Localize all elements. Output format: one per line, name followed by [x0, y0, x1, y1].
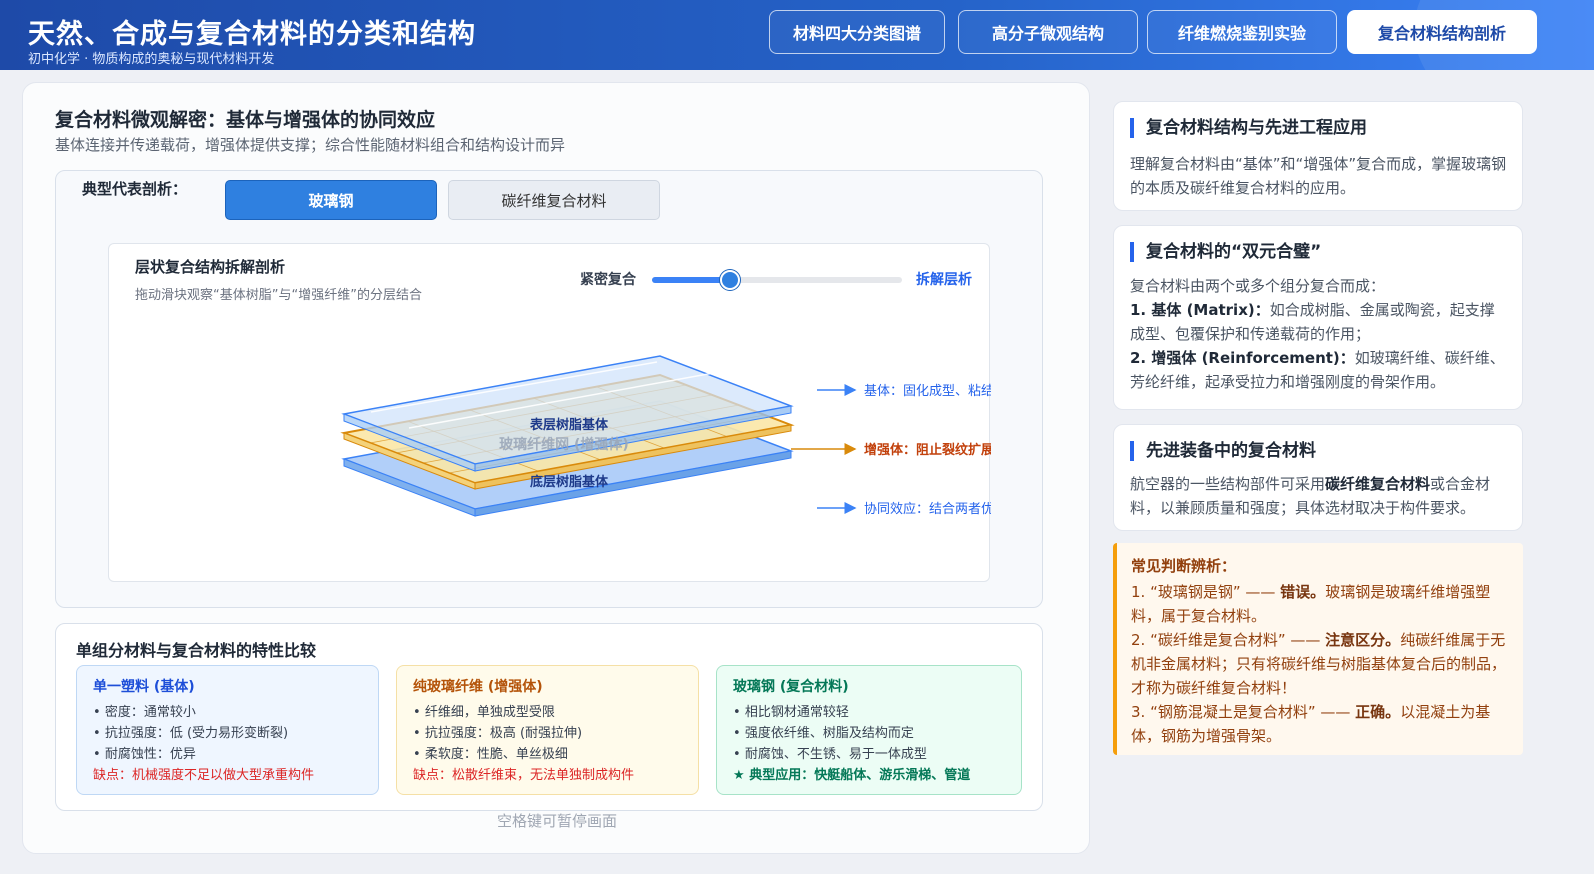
middle-layer-label: 玻璃纤维网 (增强体): [499, 436, 629, 453]
info-card-advanced-equipment: 先进装备中的复合材料 航空器的一些结构部件可采用碳纤维复合材料或合金材料，以兼顾…: [1113, 424, 1523, 531]
section-subtitle: 基体连接并传递载荷，增强体提供支撑；综合性能随材料组合和结构设计而异: [55, 136, 566, 154]
bottom-layer-label: 底层树脂基体: [530, 474, 609, 490]
layer-diagram: 表层树脂基体 玻璃纤维网 (增强体) 底层树脂基体 基体：固化成型、粘结传递载荷…: [340, 355, 991, 517]
misconception-item: 1. “玻璃钢是钢” —— 错误。玻璃钢是玻璃纤维增强塑料，属于复合材料。: [1131, 583, 1491, 625]
page-title: 天然、合成与复合材料的分类和结构: [28, 19, 476, 50]
synergy-annotation: 协同效应：结合两者优势，性能因设: [864, 501, 991, 517]
nav-tab-polymer-structure[interactable]: 高分子微观结构: [958, 10, 1138, 54]
card-item: • 柔软度：性脆、单丝极细: [413, 747, 568, 762]
card-title: 单一塑料 (基体): [93, 679, 195, 695]
card-application: ★ 典型应用：快艇船体、游乐滑梯、管道: [733, 768, 971, 783]
card-item: • 抗拉强度：极高 (耐强拉伸): [413, 726, 583, 741]
card-item: • 相比钢材通常较轻: [733, 705, 849, 720]
info-card-title: 复合材料的“双元合璧”: [1130, 242, 1321, 262]
card-drawback: 缺点：机械强度不足以做大型承重构件: [93, 768, 315, 783]
star-icon: ★: [733, 768, 745, 783]
card-item: • 耐腐蚀、不生锈、易于一体成型: [733, 747, 927, 762]
main-panel: 复合材料微观解密：基体与增强体的协同效应 基体连接并传递载荷，增强体提供支撑；综…: [22, 82, 1090, 854]
nav-tab-composite-structure[interactable]: 复合材料结构剖析: [1347, 10, 1537, 54]
matrix-annotation: 基体：固化成型、粘结传递载荷: [864, 384, 991, 399]
misconception-item: 2. “碳纤维是复合材料” —— 注意区分。纯碳纤维属于无机非金属材料；只有将碳…: [1131, 631, 1507, 697]
nav-tab-classification[interactable]: 材料四大分类图谱: [769, 10, 945, 54]
pause-hint: 空格键可暂停画面: [496, 812, 617, 830]
comparison-title: 单组分材料与复合材料的特性比较: [76, 641, 317, 660]
card-title: 玻璃钢 (复合材料): [733, 679, 849, 695]
common-misconceptions-box: 常见判断辨析： 1. “玻璃钢是钢” —— 错误。玻璃钢是玻璃纤维增强塑料，属于…: [1113, 543, 1523, 755]
examples-label: 典型代表剖析：: [82, 180, 188, 198]
card-drawback: 缺点：松散纤维束，无法单独制成构件: [413, 768, 635, 783]
layer-visualization: 层状复合结构拆解剖析 拖动滑块观察“基体树脂”与“增强纤维”的分层结合 紧密复合…: [108, 243, 991, 582]
app-header: 天然、合成与复合材料的分类和结构 初中化学 · 物质构成的奥秘与现代材料开发 材…: [0, 0, 1594, 70]
card-item: • 强度依纤维、树脂及结构而定: [733, 726, 914, 741]
info-card-body: 复合材料由两个或多个组分复合而成： 1. 基体 (Matrix)：如合成树脂、金…: [1130, 277, 1505, 391]
misconception-item: 3. “钢筋混凝土是复合材料” —— 正确。以混凝土为基体，钢筋为增强骨架。: [1131, 703, 1491, 745]
reinforcement-annotation: 增强体：阻止裂纹扩展，提供高强度: [864, 442, 991, 458]
info-card-body: 航空器的一些结构部件可采用碳纤维复合材料或合金材料，以兼顾质量和强度；具体选材取…: [1130, 475, 1491, 517]
card-item: • 密度：通常较小: [93, 705, 196, 720]
example-panel: 典型代表剖析： 玻璃钢 碳纤维复合材料 层状复合结构拆解剖析 拖动滑块观察“基体…: [55, 170, 1043, 608]
section-title: 复合材料微观解密：基体与增强体的协同效应: [55, 109, 436, 131]
card-title: 纯玻璃纤维 (增强体): [413, 679, 543, 695]
card-item: • 纤维细，单独成型受限: [413, 705, 555, 720]
card-item: • 抗拉强度：低 (受力易形变断裂): [93, 726, 289, 741]
card-pure-glass-fiber: 纯玻璃纤维 (增强体) • 纤维细，单独成型受限 • 抗拉强度：极高 (耐强拉伸…: [396, 665, 699, 795]
top-layer-label: 表层树脂基体: [529, 417, 609, 433]
misconceptions-title: 常见判断辨析：: [1131, 557, 1237, 575]
card-item: • 耐腐蚀性：优异: [93, 747, 196, 762]
info-card-dual-components: 复合材料的“双元合璧” 复合材料由两个或多个组分复合而成： 1. 基体 (Mat…: [1113, 225, 1523, 410]
card-glass-fiber-reinforced-plastic: 玻璃钢 (复合材料) • 相比钢材通常较轻 • 强度依纤维、树脂及结构而定 • …: [716, 665, 1022, 795]
tab-carbon-fiber-composite[interactable]: 碳纤维复合材料: [448, 180, 660, 220]
tab-glass-fiber-reinforced-plastic[interactable]: 玻璃钢: [225, 180, 437, 220]
comparison-panel: 单组分材料与复合材料的特性比较 单一塑料 (基体) • 密度：通常较小 • 抗拉…: [55, 623, 1043, 811]
nav-tab-fiber-burning[interactable]: 纤维燃烧鉴别实验: [1147, 10, 1337, 54]
info-card-title: 复合材料结构与先进工程应用: [1130, 118, 1367, 138]
card-single-plastic: 单一塑料 (基体) • 密度：通常较小 • 抗拉强度：低 (受力易形变断裂) •…: [76, 665, 379, 795]
info-card-body: 理解复合材料由“基体”和“增强体”复合而成，掌握玻璃钢的本质及碳纤维复合材料的应…: [1130, 155, 1507, 197]
info-card-title: 先进装备中的复合材料: [1130, 441, 1316, 461]
info-card-objectives: 复合材料结构与先进工程应用 理解复合材料由“基体”和“增强体”复合而成，掌握玻璃…: [1113, 101, 1523, 211]
page-subtitle: 初中化学 · 物质构成的奥秘与现代材料开发: [28, 52, 275, 67]
